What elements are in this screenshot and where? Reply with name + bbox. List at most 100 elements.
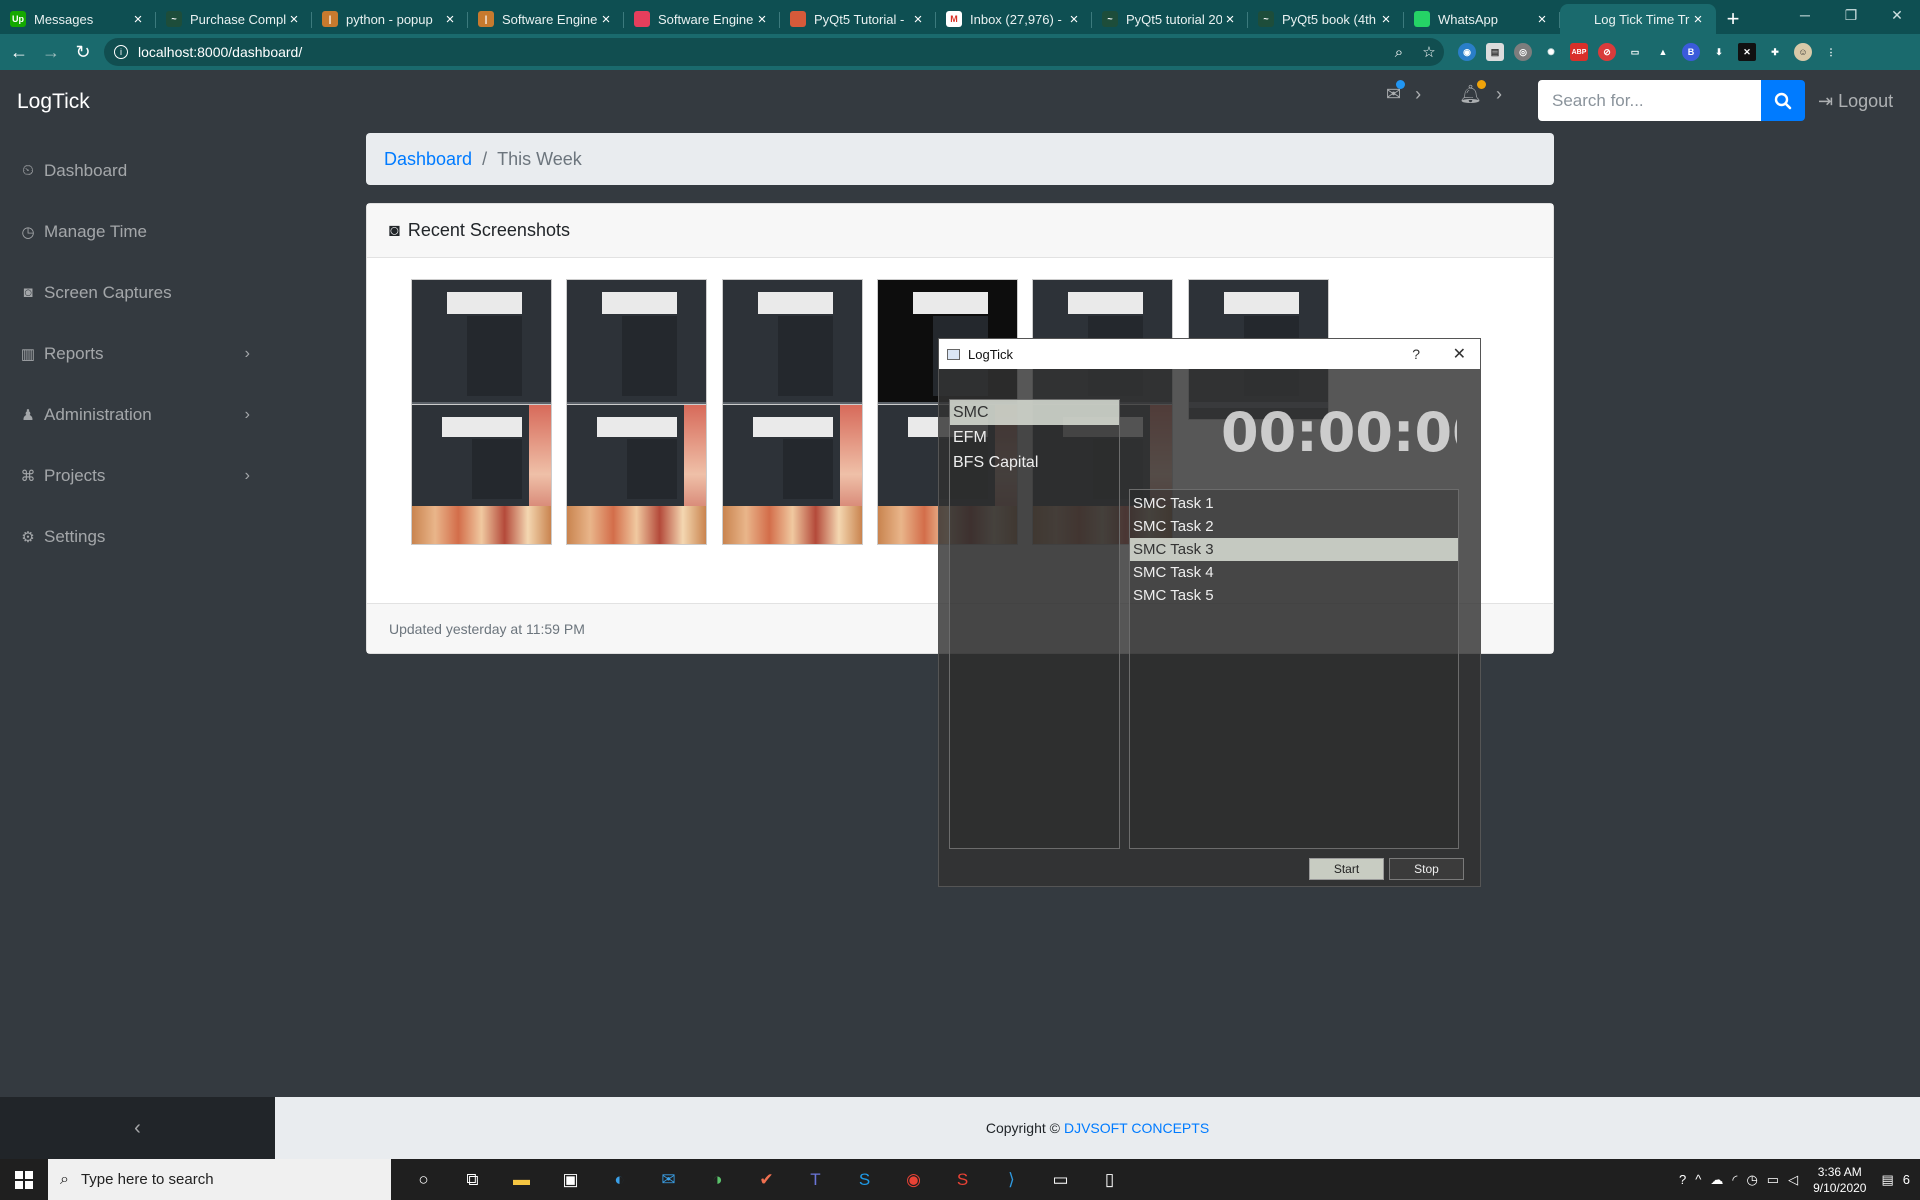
messages-dropdown[interactable]: ✉	[1386, 80, 1406, 105]
search-input[interactable]: Search for...	[1538, 80, 1762, 121]
back-button[interactable]: ←	[6, 39, 32, 65]
browser-tab[interactable]: ~ Purchase Compl ×	[156, 4, 312, 34]
browser-tab[interactable]: | Software Engine ×	[468, 4, 624, 34]
brand-logo[interactable]: LogTick	[17, 90, 90, 114]
sidebar-item-settings[interactable]: ⚙ Settings	[0, 506, 270, 567]
menu-kebab-icon[interactable]: ⋮	[1822, 43, 1840, 61]
new-tab-button[interactable]: +	[1716, 4, 1750, 34]
task-item[interactable]: SMC Task 3	[1130, 538, 1458, 561]
sidebar-item-projects[interactable]: ⌘ Projects ›	[0, 445, 270, 506]
mail-icon[interactable]: ✉	[644, 1159, 693, 1200]
tab-close-icon[interactable]: ×	[1066, 11, 1082, 28]
todo-icon[interactable]: ✔	[742, 1159, 791, 1200]
task-list[interactable]: SMC Task 1 SMC Task 2 SMC Task 3 SMC Task 4…	[1129, 489, 1459, 849]
chevron-right-icon[interactable]: ›	[1415, 84, 1421, 105]
puzzle-icon[interactable]: ✚	[1766, 43, 1784, 61]
tab-close-icon[interactable]: ×	[754, 11, 770, 28]
alerts-dropdown[interactable]: 🔔︎	[1459, 80, 1486, 105]
zoom-icon[interactable]: ⌕	[1384, 44, 1414, 61]
tab-close-icon[interactable]: ×	[1378, 11, 1394, 28]
project-list[interactable]: SMC EFM BFS Capital	[949, 399, 1120, 849]
logout-link[interactable]: ⇥ Logout	[1818, 91, 1893, 112]
screenshot-thumbnail[interactable]	[411, 279, 552, 420]
tab-close-icon[interactable]: ×	[910, 11, 926, 28]
dialog-titlebar[interactable]: LogTick ? ✕	[939, 339, 1480, 369]
extension-icon[interactable]: ⬇	[1710, 43, 1728, 61]
search-button[interactable]	[1761, 80, 1805, 121]
browser-tab[interactable]: | python - popup ×	[312, 4, 468, 34]
close-window-button[interactable]: ✕	[1874, 0, 1920, 30]
project-item[interactable]: BFS Capital	[950, 450, 1119, 475]
restore-button[interactable]: ❐	[1828, 0, 1874, 30]
sidebar-toggle-button[interactable]: ‹	[0, 1097, 275, 1159]
browser-tab[interactable]: WhatsApp ×	[1404, 4, 1560, 34]
terminal-icon[interactable]: ▭	[1036, 1159, 1085, 1200]
extension-icon[interactable]: ▲	[1654, 43, 1672, 61]
tab-close-icon[interactable]: ×	[598, 11, 614, 28]
battery-icon[interactable]: ▭	[1767, 1172, 1779, 1188]
chrome-icon[interactable]: ◉	[889, 1159, 938, 1200]
stop-button[interactable]: Stop	[1389, 858, 1464, 880]
task-item[interactable]: SMC Task 5	[1130, 584, 1458, 607]
browser-tab[interactable]: Software Engine ×	[624, 4, 780, 34]
chevron-up-icon[interactable]: ^	[1695, 1172, 1701, 1187]
tab-close-icon[interactable]: ×	[1222, 11, 1238, 28]
skype-icon[interactable]: S	[840, 1159, 889, 1200]
dialog-close-button[interactable]: ✕	[1453, 344, 1466, 364]
sidebar-item-screen-captures[interactable]: ◙ Screen Captures	[0, 262, 270, 323]
tab-close-icon[interactable]: ×	[130, 11, 146, 28]
file-explorer-icon[interactable]: ▬	[497, 1159, 546, 1200]
project-item[interactable]: EFM	[950, 425, 1119, 450]
minimize-button[interactable]: ─	[1782, 0, 1828, 30]
edge-dev-icon[interactable]: ◑	[693, 1159, 742, 1200]
edge-icon[interactable]: ◐	[595, 1159, 644, 1200]
profile-avatar[interactable]: ☺	[1794, 43, 1812, 61]
task-item[interactable]: SMC Task 2	[1130, 515, 1458, 538]
extension-icon[interactable]: B	[1682, 43, 1700, 61]
volume-icon[interactable]: ◁	[1788, 1172, 1798, 1188]
store-icon[interactable]: ▣	[546, 1159, 595, 1200]
tab-close-icon[interactable]: ×	[286, 11, 302, 28]
onedrive-icon[interactable]: ☁	[1710, 1172, 1723, 1188]
browser-tab[interactable]: Up Messages ×	[0, 4, 156, 34]
clock-tray-icon[interactable]: ◷	[1746, 1172, 1757, 1188]
browser-tab[interactable]: ~ PyQt5 book (4th ×	[1248, 4, 1404, 34]
cortana-icon[interactable]: ○	[399, 1159, 448, 1200]
notification-center-icon[interactable]: ▤	[1881, 1172, 1893, 1188]
extension-icon[interactable]: ▤	[1486, 43, 1504, 61]
tab-close-icon[interactable]: ×	[1690, 11, 1706, 28]
screenshot-thumbnail[interactable]	[566, 404, 707, 545]
taskbar-search-input[interactable]: ⌕ Type here to search	[48, 1159, 391, 1200]
task-item[interactable]: SMC Task 1	[1130, 492, 1458, 515]
extension-icon[interactable]: ✕	[1738, 43, 1756, 61]
notepad-icon[interactable]: ▯	[1085, 1159, 1134, 1200]
browser-tab[interactable]: ~ PyQt5 tutorial 20 ×	[1092, 4, 1248, 34]
reload-button[interactable]: ↻	[70, 39, 96, 65]
chevron-right-icon[interactable]: ›	[1496, 84, 1502, 105]
company-link[interactable]: DJVSOFT CONCEPTS	[1064, 1120, 1209, 1136]
sidebar-item-dashboard[interactable]: ⏲ Dashboard	[0, 140, 270, 201]
vscode-icon[interactable]: ⟩	[987, 1159, 1036, 1200]
start-menu-button[interactable]	[0, 1159, 48, 1200]
bookmark-star-icon[interactable]: ☆	[1414, 43, 1444, 61]
sidebar-item-administration[interactable]: ♟ Administration ›	[0, 384, 270, 445]
extension-icon[interactable]: ▭	[1626, 43, 1644, 61]
tab-close-icon[interactable]: ×	[1534, 11, 1550, 28]
screenshot-thumbnail[interactable]	[722, 279, 863, 420]
extension-icon[interactable]: ✺	[1542, 43, 1560, 61]
task-view-icon[interactable]: ⧉	[448, 1159, 497, 1200]
task-item[interactable]: SMC Task 4	[1130, 561, 1458, 584]
screenshot-thumbnail[interactable]	[566, 279, 707, 420]
breadcrumb-link-dashboard[interactable]: Dashboard	[384, 149, 472, 170]
forward-button[interactable]: →	[38, 39, 64, 65]
extension-icon[interactable]: ⊘	[1598, 43, 1616, 61]
project-item[interactable]: SMC	[950, 400, 1119, 425]
browser-tab[interactable]: Log Tick Time Tr ×	[1560, 4, 1716, 34]
wifi-icon[interactable]: ◜	[1732, 1172, 1737, 1188]
sidebar-item-manage-time[interactable]: ◷ Manage Time	[0, 201, 270, 262]
teams-icon[interactable]: T	[791, 1159, 840, 1200]
address-bar[interactable]: i localhost:8000/dashboard/ ⌕ ☆	[104, 38, 1444, 66]
sidebar-item-reports[interactable]: ▥ Reports ›	[0, 323, 270, 384]
extension-icon[interactable]: ◉	[1458, 43, 1476, 61]
screenshot-thumbnail[interactable]	[411, 404, 552, 545]
